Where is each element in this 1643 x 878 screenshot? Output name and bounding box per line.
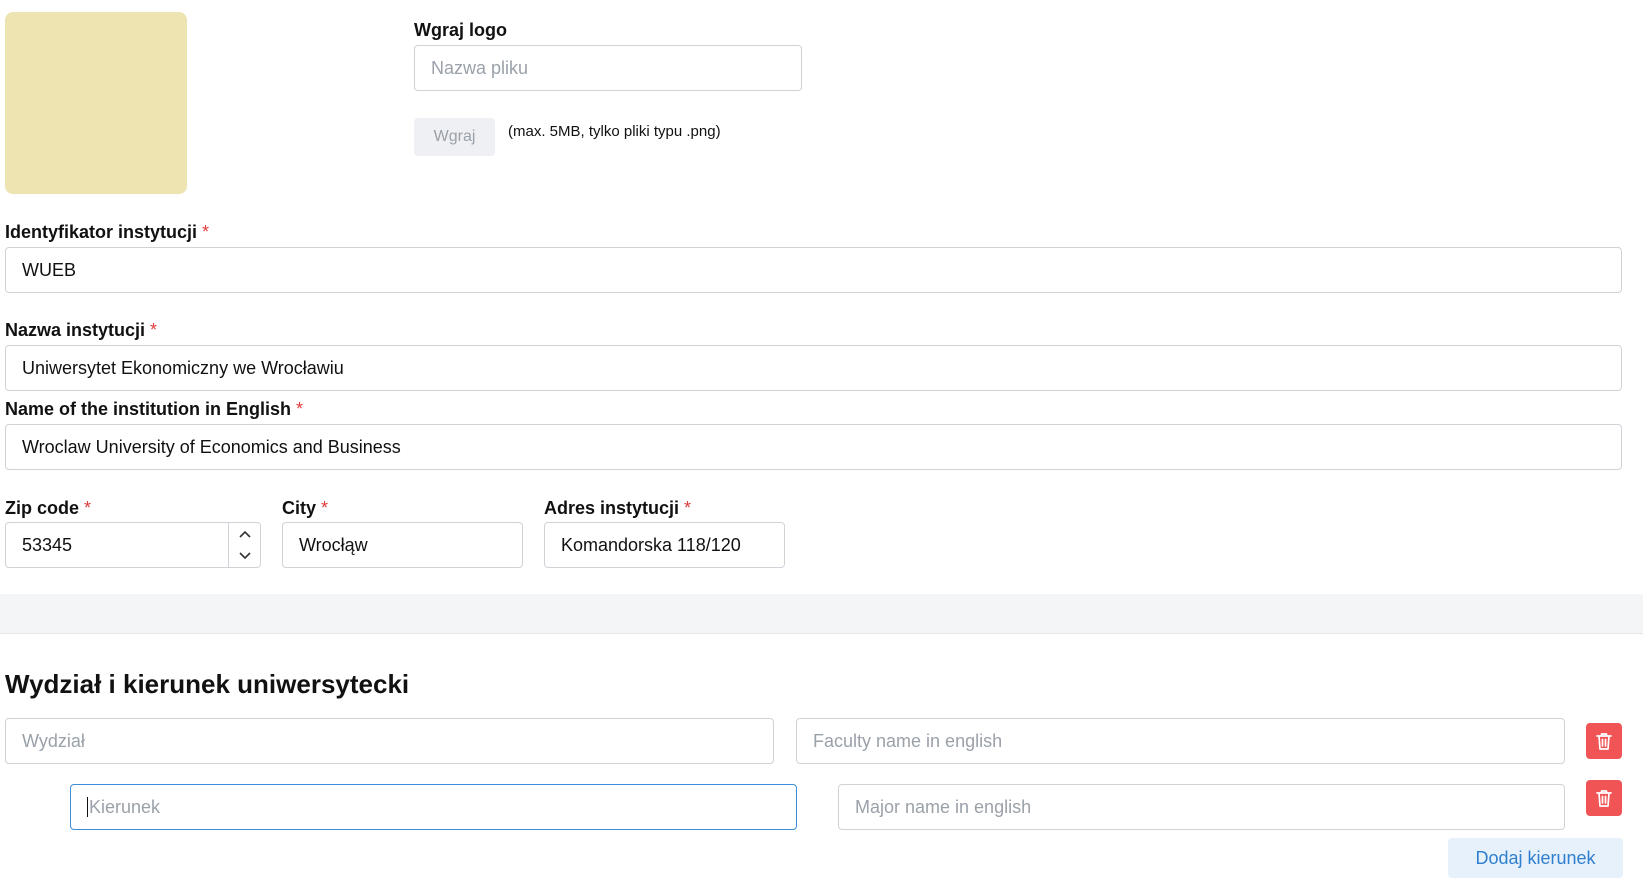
institution-name-label: Nazwa instytucji * — [5, 320, 157, 341]
institution-name-en-label: Name of the institution in English * — [5, 399, 303, 420]
upload-hint: (max. 5MB, tylko pliki typu .png) — [508, 123, 721, 140]
institution-name-label-text: Nazwa instytucji — [5, 320, 146, 340]
required-mark: * — [202, 222, 210, 242]
delete-faculty-button[interactable] — [1586, 723, 1622, 759]
major-name-en-placeholder: Major name in english — [855, 796, 1032, 817]
faculty-name-en-placeholder: Faculty name in english — [813, 730, 1003, 751]
institution-id-label: Identyfikator instytucji * — [5, 222, 209, 243]
logo-filename-placeholder: Nazwa pliku — [431, 57, 529, 78]
city-value: Wrocłąw — [299, 534, 368, 555]
text-caret — [87, 797, 88, 817]
institution-id-value: WUEB — [22, 259, 76, 280]
major-name-en-input[interactable]: Major name in english — [838, 784, 1565, 830]
chevron-up-icon[interactable] — [229, 523, 260, 545]
institution-id-label-text: Identyfikator instytucji — [5, 222, 198, 242]
institution-name-value: Uniwersytet Ekonomiczny we Wrocławiu — [22, 357, 344, 378]
add-major-button[interactable]: Dodaj kierunek — [1448, 838, 1623, 878]
upload-logo-button[interactable]: Wgraj — [414, 118, 495, 156]
institution-name-input[interactable]: Uniwersytet Ekonomiczny we Wrocławiu — [5, 345, 1622, 391]
address-label-text: Adres instytucji — [544, 498, 680, 518]
delete-major-button[interactable] — [1586, 780, 1622, 816]
major-name-input[interactable]: Kierunek — [70, 784, 797, 830]
city-input[interactable]: Wrocłąw — [282, 522, 523, 568]
institution-name-en-input[interactable]: Wroclaw University of Economics and Busi… — [5, 424, 1622, 470]
zip-code-label-text: Zip code — [5, 498, 80, 518]
required-mark: * — [684, 498, 692, 518]
zip-code-stepper[interactable] — [228, 523, 260, 567]
logo-upload-label: Wgraj logo — [414, 20, 507, 40]
faculty-name-placeholder: Wydział — [22, 730, 85, 751]
faculty-name-input[interactable]: Wydział — [5, 718, 774, 764]
faculty-name-en-input[interactable]: Faculty name in english — [796, 718, 1565, 764]
major-name-placeholder: Kierunek — [89, 796, 161, 817]
city-label-text: City — [282, 498, 317, 518]
zip-code-input[interactable]: 53345 — [5, 522, 261, 568]
logo-filename-input[interactable]: Nazwa pliku — [414, 45, 802, 91]
required-mark: * — [84, 498, 92, 518]
required-mark: * — [321, 498, 329, 518]
city-label: City * — [282, 498, 328, 519]
logo-preview — [5, 12, 187, 194]
faculties-section-title: Wydział i kierunek uniwersytecki — [5, 669, 410, 699]
chevron-down-icon[interactable] — [229, 545, 260, 567]
trash-icon — [1596, 733, 1612, 750]
institution-name-en-label-text: Name of the institution in English — [5, 399, 291, 419]
required-mark: * — [296, 399, 304, 419]
zip-code-label: Zip code * — [5, 498, 91, 519]
address-label: Adres instytucji * — [544, 498, 691, 519]
institution-name-en-value: Wroclaw University of Economics and Busi… — [22, 436, 401, 457]
zip-code-value: 53345 — [22, 534, 73, 555]
required-mark: * — [150, 320, 158, 340]
address-input[interactable]: Komandorska 118/120 — [544, 522, 785, 568]
institution-id-input[interactable]: WUEB — [5, 247, 1622, 293]
section-separator — [0, 594, 1643, 634]
trash-icon — [1596, 790, 1612, 807]
address-value: Komandorska 118/120 — [561, 534, 741, 555]
institution-card — [0, 0, 1643, 594]
